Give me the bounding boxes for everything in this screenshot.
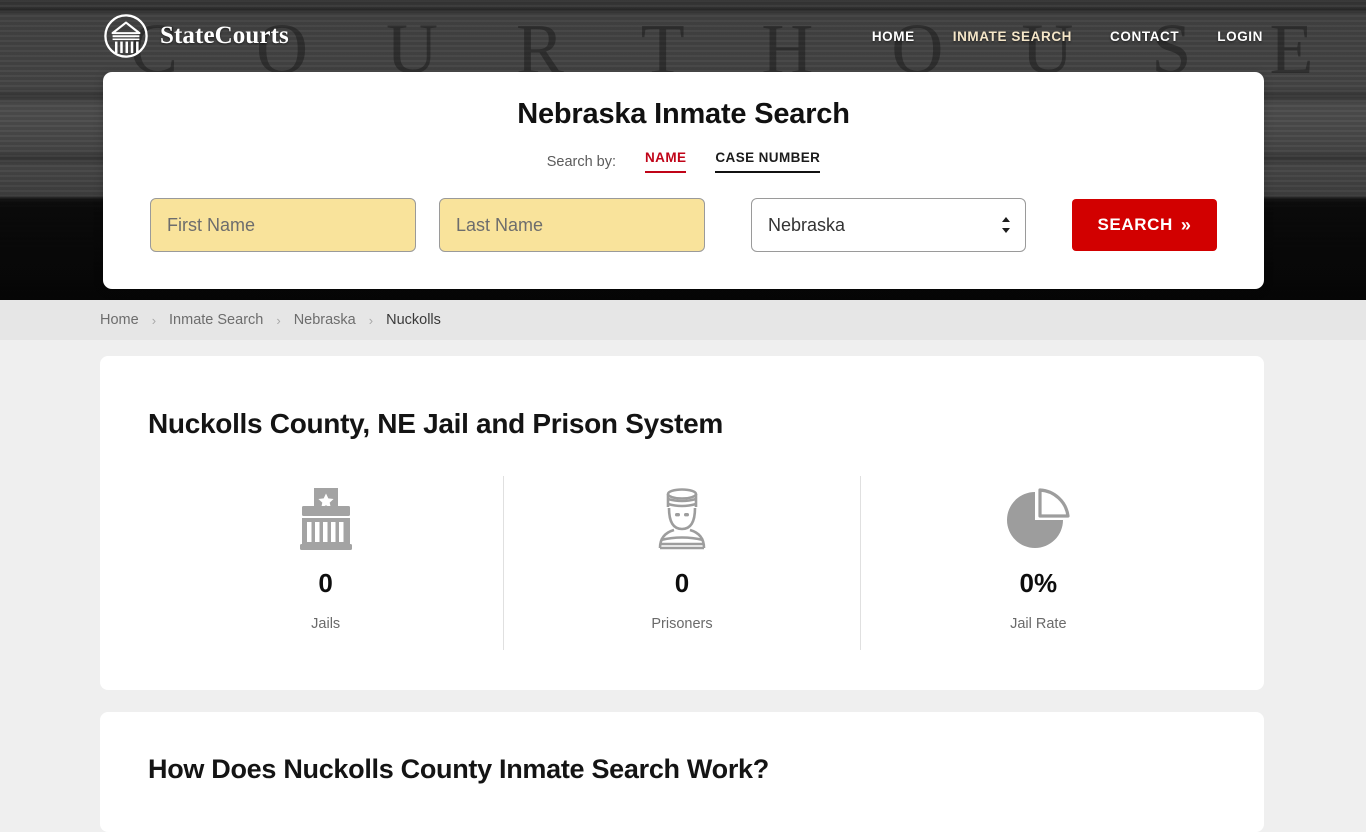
stat-label-jails: Jails bbox=[311, 616, 341, 632]
breadcrumb-separator-icon: › bbox=[151, 312, 157, 328]
nav-item-home[interactable]: HOME bbox=[872, 29, 915, 44]
state-select-wrapper: Nebraska bbox=[751, 198, 1026, 252]
stat-prisoners: 0 Prisoners bbox=[503, 476, 859, 650]
last-name-input[interactable] bbox=[439, 198, 705, 252]
main-content: Nuckolls County, NE Jail and Prison Syst… bbox=[0, 340, 1366, 832]
state-select[interactable]: Nebraska bbox=[751, 198, 1026, 252]
nav-item-login[interactable]: LOGIN bbox=[1217, 29, 1263, 44]
county-overview-card: Nuckolls County, NE Jail and Prison Syst… bbox=[100, 356, 1264, 690]
nav-item-contact[interactable]: CONTACT bbox=[1110, 29, 1179, 44]
brand-logo-link[interactable]: StateCourts bbox=[103, 13, 289, 59]
breadcrumb-item-nebraska[interactable]: Nebraska bbox=[294, 312, 356, 328]
site-header: StateCourts HOME INMATE SEARCH CONTACT L… bbox=[0, 0, 1366, 72]
tab-search-by-name[interactable]: NAME bbox=[645, 150, 687, 173]
search-by-label: Search by: bbox=[546, 153, 617, 170]
stat-label-jail-rate: Jail Rate bbox=[1010, 616, 1067, 632]
tab-search-by-case-number[interactable]: CASE NUMBER bbox=[715, 150, 821, 173]
breadcrumb-separator-icon: › bbox=[368, 312, 374, 328]
search-panel: Nebraska Inmate Search Search by: NAME C… bbox=[103, 72, 1264, 289]
stat-jails: 0 Jails bbox=[148, 476, 503, 650]
nav-item-inmate-search[interactable]: INMATE SEARCH bbox=[953, 29, 1072, 44]
how-it-works-heading: How Does Nuckolls County Inmate Search W… bbox=[148, 754, 769, 784]
stat-value-prisoners: 0 bbox=[674, 568, 690, 598]
page-title: Nebraska Inmate Search bbox=[517, 98, 850, 130]
how-it-works-card: How Does Nuckolls County Inmate Search W… bbox=[100, 712, 1264, 832]
search-button[interactable]: SEARCH » bbox=[1072, 199, 1217, 251]
courthouse-circle-icon bbox=[103, 13, 149, 59]
breadcrumb-separator-icon: › bbox=[276, 312, 281, 328]
stat-jail-rate: 0% Jail Rate bbox=[859, 476, 1216, 650]
breadcrumb-item-inmate-search[interactable]: Inmate Search bbox=[169, 312, 263, 328]
first-name-input[interactable] bbox=[150, 198, 416, 252]
search-by-row: Search by: NAME CASE NUMBER bbox=[103, 150, 1264, 173]
county-heading: Nuckolls County, NE Jail and Prison Syst… bbox=[148, 408, 724, 439]
prisoner-icon bbox=[504, 484, 859, 556]
jail-building-icon bbox=[148, 484, 503, 556]
stats-row: 0 Jails 0 Prisoners 0% Jail Rate bbox=[100, 476, 1264, 650]
double-chevron-right-icon: » bbox=[1180, 214, 1192, 235]
stat-value-jails: 0 bbox=[318, 568, 333, 598]
stat-label-prisoners: Prisoners bbox=[651, 616, 713, 632]
stat-value-jail-rate: 0% bbox=[1019, 568, 1058, 598]
pie-chart-icon bbox=[861, 484, 1216, 556]
search-button-label: SEARCH bbox=[1097, 215, 1173, 234]
main-nav: HOME INMATE SEARCH CONTACT LOGIN bbox=[872, 29, 1263, 44]
breadcrumb: Home › Inmate Search › Nebraska › Nuckol… bbox=[100, 312, 441, 328]
breadcrumb-bar: Home › Inmate Search › Nebraska › Nuckol… bbox=[0, 300, 1366, 340]
breadcrumb-item-home[interactable]: Home bbox=[100, 312, 139, 328]
breadcrumb-item-nuckolls: Nuckolls bbox=[386, 312, 441, 328]
brand-name: StateCourts bbox=[160, 22, 289, 49]
search-form: Nebraska SEARCH » bbox=[103, 198, 1264, 252]
